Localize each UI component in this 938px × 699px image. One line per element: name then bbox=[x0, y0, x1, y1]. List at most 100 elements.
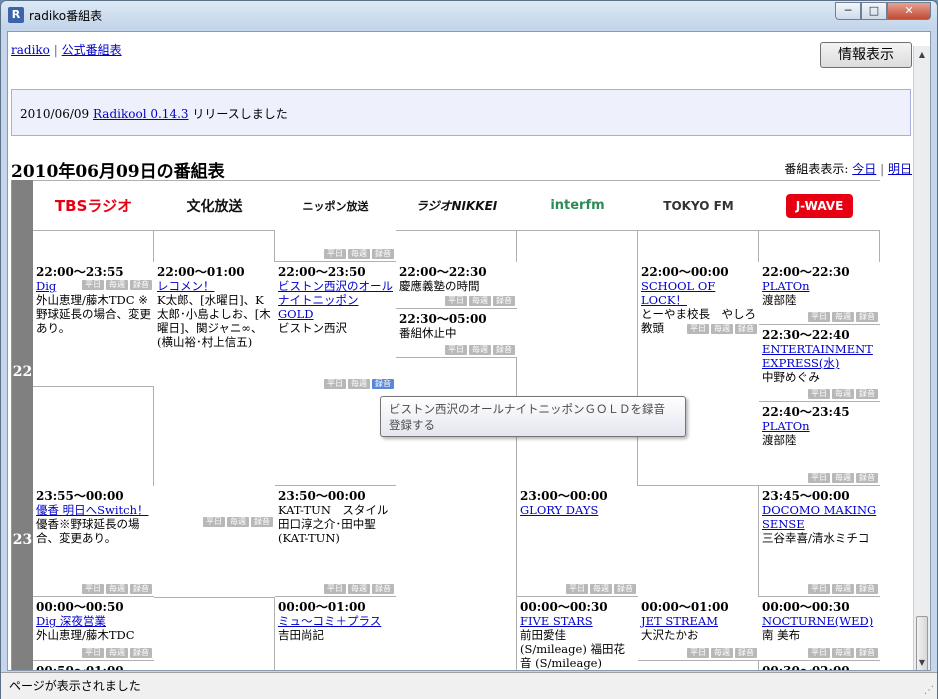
weekly-record-button[interactable]: 毎週 bbox=[469, 296, 491, 306]
weekly-record-button[interactable]: 毎週 bbox=[832, 389, 854, 399]
record-button[interactable]: 録音 bbox=[735, 324, 757, 334]
record-button[interactable]: 録音 bbox=[856, 389, 878, 399]
page-content: radiko | 公式番組表 情報表示 2010/06/09 Radikool … bbox=[7, 31, 931, 671]
record-button[interactable]: 録音 bbox=[130, 648, 152, 658]
record-button[interactable]: 録音 bbox=[372, 584, 394, 594]
radiko-link[interactable]: radiko bbox=[11, 43, 50, 57]
weekly-record-button[interactable]: 毎週 bbox=[832, 312, 854, 322]
record-button[interactable]: 録音 bbox=[251, 517, 273, 527]
program-title-link[interactable]: ENTERTAINMENT EXPRESS(水) bbox=[762, 342, 877, 370]
scroll-down-arrow[interactable]: ▼ bbox=[914, 654, 930, 670]
record-button[interactable]: 録音 bbox=[372, 379, 394, 389]
record-button[interactable]: 録音 bbox=[856, 473, 878, 483]
program-cell: 22:00〜23:50 ビストン西沢のオールナイトニッポンGOLD ビストン西沢 平日… bbox=[275, 262, 396, 486]
program-title-link[interactable]: DOCOMO MAKING SENSE bbox=[762, 503, 877, 531]
program-title-link[interactable]: ビストン西沢のオールナイトニッポンGOLD bbox=[278, 279, 393, 321]
minimize-button[interactable]: ─ bbox=[835, 2, 861, 20]
weekday-record-button[interactable]: 平日 bbox=[808, 312, 830, 322]
weekly-record-button[interactable]: 毎週 bbox=[711, 648, 733, 658]
program-title-link[interactable]: PLATOn bbox=[762, 279, 877, 293]
program-time: 22:00〜00:00 bbox=[641, 265, 729, 279]
weekly-record-button[interactable]: 毎週 bbox=[832, 584, 854, 594]
weekday-record-button[interactable]: 平日 bbox=[687, 648, 709, 658]
program-title-link[interactable]: GLORY DAYS bbox=[520, 503, 635, 517]
weekday-record-button[interactable]: 平日 bbox=[808, 648, 830, 658]
resize-grip-icon[interactable]: ⋰ bbox=[924, 685, 934, 696]
program-title-link[interactable]: NOCTURNE(WED) bbox=[762, 614, 877, 628]
program-cell: 22:00〜01:00 レコメン！ K太郎、[水曜日]、K太郎･小島よしお、[木曜日… bbox=[154, 262, 275, 598]
record-button[interactable]: 録音 bbox=[735, 648, 757, 658]
weekly-record-button[interactable]: 毎週 bbox=[348, 379, 370, 389]
title-bar[interactable]: R radiko番組表 ─ □ ✕ bbox=[1, 1, 937, 29]
program-cell: 23:55〜00:00 優香 明日へSwitch！ 優香※野球延長の場合、変更あり。… bbox=[33, 486, 154, 597]
close-button[interactable]: ✕ bbox=[887, 2, 931, 20]
program-title-link[interactable]: Dig 深夜営業 bbox=[36, 614, 151, 628]
weekday-record-button[interactable]: 平日 bbox=[82, 648, 104, 658]
weekly-record-button[interactable]: 毎週 bbox=[106, 648, 128, 658]
program-title-link[interactable]: ミュ〜コミ＋プラス bbox=[278, 614, 393, 628]
program-time: 22:40〜23:45 bbox=[762, 405, 850, 419]
weekly-record-button[interactable]: 毎週 bbox=[832, 648, 854, 658]
weekly-record-button[interactable]: 毎週 bbox=[711, 324, 733, 334]
tomorrow-link[interactable]: 明日 bbox=[888, 162, 912, 176]
weekday-record-button[interactable]: 平日 bbox=[687, 324, 709, 334]
weekly-record-button[interactable]: 毎週 bbox=[106, 584, 128, 594]
info-display-button[interactable]: 情報表示 bbox=[820, 42, 912, 68]
weekly-record-button[interactable]: 毎週 bbox=[832, 473, 854, 483]
vertical-scrollbar[interactable]: ▲ ▼ bbox=[913, 46, 930, 670]
weekday-record-button[interactable]: 平日 bbox=[566, 584, 588, 594]
weekday-record-button[interactable]: 平日 bbox=[324, 379, 346, 389]
weekly-record-button[interactable]: 毎週 bbox=[106, 280, 128, 290]
scroll-up-arrow[interactable]: ▲ bbox=[914, 46, 930, 63]
weekday-record-button[interactable]: 平日 bbox=[808, 584, 830, 594]
weekly-record-button[interactable]: 毎週 bbox=[469, 345, 491, 355]
record-buttons: 平日 毎週 録音 bbox=[82, 584, 152, 594]
weekday-record-button[interactable]: 平日 bbox=[82, 584, 104, 594]
weekday-record-button[interactable]: 平日 bbox=[808, 389, 830, 399]
release-link[interactable]: Radikool 0.14.3 bbox=[93, 107, 189, 121]
weekday-record-button[interactable]: 平日 bbox=[324, 249, 346, 259]
station-logo-text: TOKYO FM bbox=[663, 198, 734, 213]
weekday-record-button[interactable]: 平日 bbox=[82, 280, 104, 290]
record-button[interactable]: 録音 bbox=[856, 584, 878, 594]
record-button[interactable]: 録音 bbox=[493, 296, 515, 306]
program-time: 22:00〜23:55 bbox=[36, 265, 124, 279]
program-title-link[interactable]: SCHOOL OF LOCK！ bbox=[641, 279, 756, 307]
record-button[interactable]: 録音 bbox=[614, 584, 636, 594]
program-title-link[interactable]: PLATOn bbox=[762, 419, 877, 433]
record-button[interactable]: 録音 bbox=[130, 280, 152, 290]
today-link[interactable]: 今日 bbox=[852, 162, 876, 176]
record-buttons: 平日 毎週 録音 bbox=[324, 379, 394, 389]
weekly-record-button[interactable]: 毎週 bbox=[227, 517, 249, 527]
program-desc: 南 美布 bbox=[762, 628, 801, 642]
record-button[interactable]: 録音 bbox=[130, 584, 152, 594]
program-cell: 22:00〜22:30 慶應義塾の時間 平日 毎週 録音 bbox=[396, 262, 517, 309]
weekday-record-button[interactable]: 平日 bbox=[324, 584, 346, 594]
program-title-link[interactable]: 優香 明日へSwitch！ bbox=[36, 503, 151, 517]
weekly-record-button[interactable]: 毎週 bbox=[348, 249, 370, 259]
weekly-record-button[interactable]: 毎週 bbox=[590, 584, 612, 594]
station-column: J-WAVE 22:00〜22:30 PLATOn 渡部陸 平日 毎週 録音 22:30〜22… bbox=[759, 180, 880, 670]
record-button[interactable]: 録音 bbox=[856, 312, 878, 322]
weekday-record-button[interactable]: 平日 bbox=[445, 296, 467, 306]
maximize-button[interactable]: □ bbox=[861, 2, 887, 20]
record-button[interactable]: 録音 bbox=[856, 648, 878, 658]
program-time: 00:00〜00:50 bbox=[36, 600, 124, 614]
program-desc: 三谷幸喜/清水ミチコ bbox=[762, 531, 870, 545]
program-time: 23:00〜00:00 bbox=[520, 489, 608, 503]
program-title-link[interactable]: FIVE STARS bbox=[520, 614, 635, 628]
station-logo-text: ラジオNIKKEI bbox=[415, 199, 498, 213]
weekly-record-button[interactable]: 毎週 bbox=[348, 584, 370, 594]
official-schedule-link[interactable]: 公式番組表 bbox=[62, 43, 122, 57]
program-cell: 22:00〜23:55 Dig 外山恵理/藤木TDC ※野球延長の場合、変更あり。平… bbox=[33, 262, 154, 387]
program-title-link[interactable]: JET STREAM bbox=[641, 614, 756, 628]
window-title: radiko番組表 bbox=[29, 9, 103, 23]
weekday-record-button[interactable]: 平日 bbox=[203, 517, 225, 527]
weekday-record-button[interactable]: 平日 bbox=[445, 345, 467, 355]
program-title-link[interactable]: レコメン！ bbox=[157, 279, 272, 293]
record-button[interactable]: 録音 bbox=[372, 249, 394, 259]
record-button[interactable]: 録音 bbox=[493, 345, 515, 355]
program-time: 22:00〜01:00 bbox=[157, 265, 245, 279]
program-desc: 前田愛佳 (S/mileage) 福田花音 (S/mileage) bbox=[520, 628, 625, 670]
weekday-record-button[interactable]: 平日 bbox=[808, 473, 830, 483]
